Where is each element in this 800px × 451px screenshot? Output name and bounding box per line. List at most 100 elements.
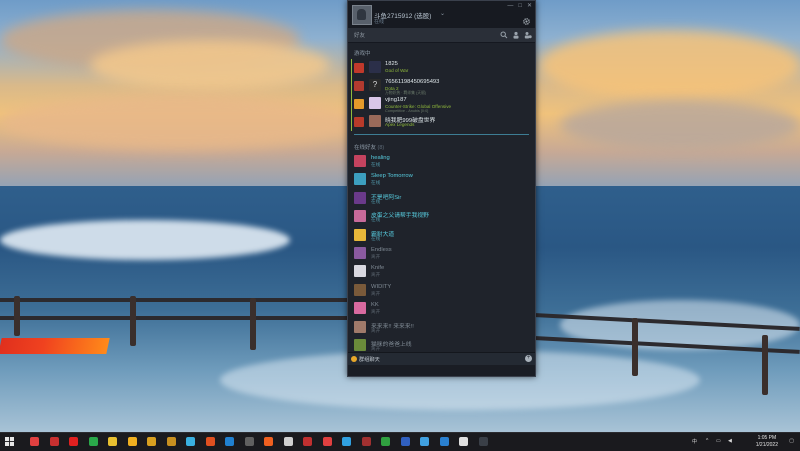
friend-row[interactable]: WIDITY 离开 xyxy=(348,282,535,300)
friend-name: vjing187 xyxy=(385,97,407,103)
group-chat-bar[interactable]: 群组聊天 + xyxy=(348,352,535,365)
friend-name: healing xyxy=(371,155,390,161)
taskbar-app-icon[interactable] xyxy=(439,437,449,446)
chevron-down-icon[interactable]: ⌄ xyxy=(440,10,445,17)
avatar xyxy=(369,115,381,127)
window-header: 斗鱼2715912 (选股) ⌄ 在线 — □ ✕ xyxy=(348,1,535,28)
tray-chevron-icon[interactable]: ^ xyxy=(706,438,708,444)
friend-row[interactable]: healing 在线 xyxy=(348,153,535,171)
ingame-friend-row[interactable]: 1825 God of War xyxy=(348,59,535,77)
railing-post xyxy=(130,296,136,346)
taskbar-app-icon[interactable] xyxy=(400,437,410,446)
taskbar-app-icon[interactable] xyxy=(342,437,351,446)
cloud xyxy=(560,100,800,150)
taskbar-app-icon[interactable] xyxy=(381,437,390,446)
taskbar-app-icon[interactable] xyxy=(88,437,98,446)
taskbar-app-icon[interactable] xyxy=(420,437,429,446)
friend-status: 离开 xyxy=(371,253,381,259)
friends-search-bar[interactable]: 好友 xyxy=(348,28,535,43)
orange-overlay-strip xyxy=(0,338,110,354)
taskbar-app-icon[interactable] xyxy=(478,437,488,446)
notification-icon[interactable]: ▢ xyxy=(789,438,794,444)
group-chat-label: 群组聊天 xyxy=(359,357,380,363)
taskbar-app-icon[interactable] xyxy=(205,437,215,446)
network-icon[interactable]: ▭ xyxy=(716,438,721,444)
friend-row[interactable]: Knife 离开 xyxy=(348,263,535,281)
friend-row[interactable]: Sleep Tomorrow 在线 xyxy=(348,171,535,189)
taskbar-app-icon[interactable] xyxy=(166,437,176,446)
clock[interactable]: 1:05 PM 1/21/2022 xyxy=(756,435,778,449)
friends-label: 好友 xyxy=(354,33,366,39)
avatar xyxy=(354,302,366,315)
ingame-indicator-line xyxy=(351,59,352,131)
friend-status: 离开 xyxy=(371,345,381,351)
add-group-chat-button[interactable]: + xyxy=(525,355,532,362)
ingame-friend-row[interactable]: 晓我肥999破盘世界 Apex Legends xyxy=(348,113,535,131)
input-method[interactable]: 中 xyxy=(692,438,697,445)
railing xyxy=(0,298,350,302)
friend-row[interactable]: 不是吧阿Sir 在线 xyxy=(348,190,535,208)
taskbar-app-icon[interactable] xyxy=(303,437,312,446)
friend-name: 76561198450695493 xyxy=(385,79,440,85)
close-button[interactable]: ✕ xyxy=(527,3,532,9)
taskbar-app-icon[interactable] xyxy=(244,437,254,446)
friend-status: 在线 xyxy=(371,198,381,204)
search-icon[interactable] xyxy=(500,31,508,39)
railing-post xyxy=(762,335,768,395)
maximize-button[interactable]: □ xyxy=(518,3,522,9)
ingame-friend-row[interactable]: vjing187 Counter-Strike: Global Offensive… xyxy=(348,95,535,113)
friend-row[interactable]: 霸耐大道 在线 xyxy=(348,227,535,245)
friend-name: Sleep Tomorrow xyxy=(371,173,413,180)
windows-start-icon[interactable] xyxy=(5,437,14,446)
ingame-friend-row[interactable]: ? 76561198450695493 Dota 2 万物炽热 · 羁绊集 (天赋) xyxy=(348,77,535,95)
avatar xyxy=(354,210,366,223)
online-section-label: 在线好友 xyxy=(354,145,377,151)
avatar xyxy=(354,338,366,351)
username-suffix: (选股) xyxy=(414,13,432,20)
minimize-button[interactable]: — xyxy=(507,3,513,9)
taskbar-app-icon[interactable] xyxy=(147,437,156,446)
friend-requests-icon[interactable] xyxy=(524,31,532,39)
game-name: God of War xyxy=(385,68,409,73)
friend-row[interactable]: 皮蛋之父请帮手我视野 在线 xyxy=(348,208,535,226)
window-footer xyxy=(348,365,535,376)
user-avatar[interactable] xyxy=(352,5,372,25)
taskbar-app-icon[interactable] xyxy=(127,437,137,446)
avatar xyxy=(354,246,366,259)
taskbar-app-icon[interactable] xyxy=(69,437,78,446)
clock-time: 1:05 PM xyxy=(757,435,777,441)
game-icon xyxy=(354,99,364,109)
online-section-title[interactable]: 在线好友 (8) xyxy=(348,135,535,153)
taskbar-app-icon[interactable] xyxy=(186,437,195,446)
taskbar-app-icon[interactable] xyxy=(30,437,39,446)
taskbar-app-icon[interactable] xyxy=(108,437,117,446)
ingame-section-title: 游戏中 xyxy=(354,51,371,57)
taskbar-app-icon[interactable] xyxy=(225,437,234,446)
cloud xyxy=(90,40,330,90)
friend-row[interactable]: Endless 离开 xyxy=(348,245,535,263)
taskbar-app-icon[interactable] xyxy=(49,437,59,446)
friend-name: Endless xyxy=(371,246,392,253)
avatar xyxy=(354,228,366,241)
gear-icon[interactable] xyxy=(522,17,531,26)
friend-status: 在线 xyxy=(371,217,381,223)
friend-row[interactable]: 来来来!! 来来来!! 离开 xyxy=(348,319,535,337)
taskbar-app-icon[interactable] xyxy=(283,437,293,446)
add-friend-icon[interactable] xyxy=(512,31,520,39)
avatar xyxy=(354,283,366,296)
taskbar-app-icon[interactable] xyxy=(322,437,332,446)
friend-name: WIDITY xyxy=(371,283,392,290)
game-name: Apex Legends xyxy=(385,122,415,127)
taskbar-app-icon[interactable] xyxy=(264,437,273,446)
avatar: ? xyxy=(369,79,381,91)
friend-row[interactable]: KK 离开 xyxy=(348,300,535,318)
steam-friends-window: 斗鱼2715912 (选股) ⌄ 在线 — □ ✕ 好友 游戏中 1825 Go… xyxy=(347,0,536,377)
friend-status: 离开 xyxy=(371,309,381,315)
taskbar-app-icon[interactable] xyxy=(459,437,468,446)
online-friends-list: healing 在线 Sleep Tomorrow 在线 不是吧阿Sir 在线 皮蛋之父请帮… xyxy=(348,153,535,355)
avatar xyxy=(354,191,366,204)
friend-status: 离开 xyxy=(371,290,381,296)
volume-icon[interactable]: ◀ xyxy=(728,438,732,444)
avatar xyxy=(369,61,381,73)
taskbar-app-icon[interactable] xyxy=(361,437,371,446)
